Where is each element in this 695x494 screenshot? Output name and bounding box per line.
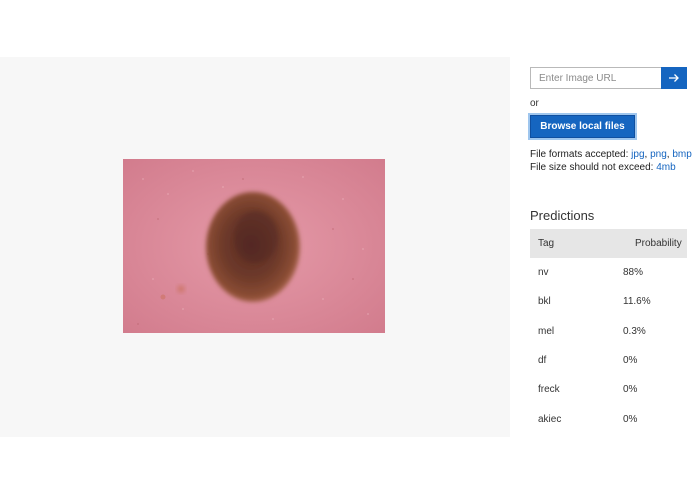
image-panel [0,57,510,437]
predictions-table: Tag Probability nv 88% bkl 11.6% mel 0.3… [530,229,687,434]
skin-lesion-image [123,159,385,333]
tag-cell: df [538,355,547,367]
table-row: nv 88% [530,258,687,287]
file-formats-note: File formats accepted: jpg, png, bmp [530,149,692,160]
submit-url-button[interactable] [661,67,687,89]
file-formats-label: File formats accepted: [530,149,632,160]
file-size-label: File size should not exceed: [530,162,657,173]
probability-cell: 0% [623,384,638,396]
tag-cell: akiec [538,413,562,425]
table-row: bkl 11.6% [530,287,687,316]
format-png-link[interactable]: png [650,149,667,160]
tag-cell: nv [538,267,549,279]
file-size-note: File size should not exceed: 4mb [530,161,687,174]
table-row: mel 0.3% [530,317,687,346]
tag-cell: freck [538,384,560,396]
tag-cell: bkl [538,296,551,308]
probability-cell: 0% [623,413,638,425]
upload-panel: or Browse local files File formats accep… [530,67,692,174]
image-url-input[interactable] [530,67,661,89]
probability-cell: 0.3% [623,325,646,337]
format-jpg-link[interactable]: jpg [631,149,644,160]
table-row: freck 0% [530,375,687,404]
column-header-tag: Tag [538,238,555,249]
probability-cell: 88% [623,267,644,279]
table-row: akiec 0% [530,404,687,433]
probability-cell: 11.6% [623,296,651,308]
table-row: df 0% [530,346,687,375]
url-row [530,67,687,89]
table-header: Tag Probability [530,229,687,258]
format-bmp-link[interactable]: bmp [672,149,691,160]
size-limit-link[interactable]: 4mb [656,162,675,173]
tag-cell: mel [538,325,555,337]
browse-local-files-button[interactable]: Browse local files [530,115,635,138]
arrow-right-icon [669,74,679,82]
column-header-probability: Probability [635,238,682,249]
probability-cell: 0% [623,355,638,367]
predictions-title: Predictions [530,208,595,223]
or-label: or [530,98,539,109]
uploaded-image [123,159,385,333]
